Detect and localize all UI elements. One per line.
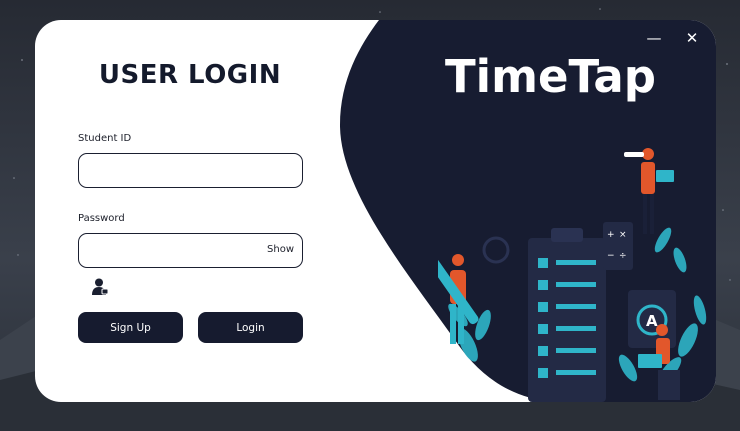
svg-text:−: − — [607, 251, 615, 261]
sign-up-button[interactable]: Sign Up — [78, 312, 183, 343]
student-id-field[interactable] — [78, 153, 303, 188]
user-icon[interactable] — [92, 278, 108, 295]
login-heading: USER LOGIN — [98, 60, 282, 90]
svg-text:+: + — [607, 230, 615, 240]
password-label: Password — [78, 213, 125, 224]
brand-title: TimeTap — [444, 50, 656, 103]
close-icon[interactable]: ✕ — [681, 27, 703, 49]
student-id-input[interactable] — [89, 154, 268, 187]
login-button[interactable]: Login — [198, 312, 303, 343]
svg-text:A: A — [646, 312, 658, 330]
password-field[interactable]: Show — [78, 233, 303, 268]
minimize-icon[interactable]: — — [643, 27, 665, 49]
svg-text:÷: ÷ — [619, 251, 627, 261]
svg-text:×: × — [619, 230, 627, 240]
study-illustration: + × − ÷ A — [438, 148, 707, 402]
login-window: USER LOGIN Student ID Password Show Sign… — [35, 20, 716, 402]
password-input[interactable] — [89, 234, 268, 267]
show-password-toggle[interactable]: Show — [267, 244, 294, 255]
student-id-label: Student ID — [78, 133, 132, 144]
